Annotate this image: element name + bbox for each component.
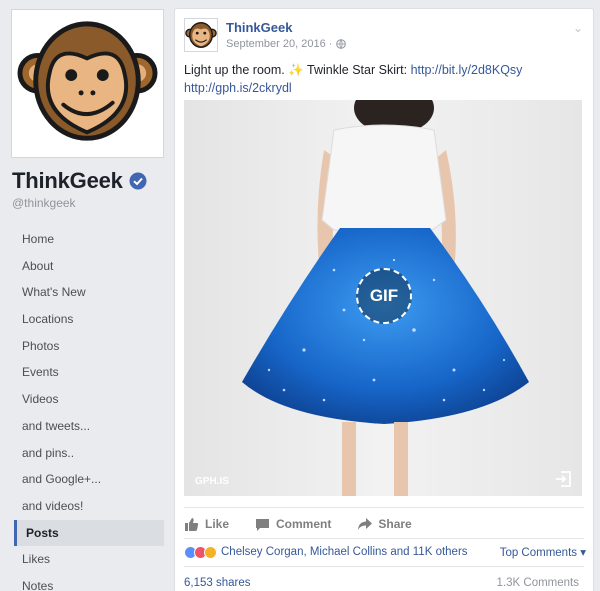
nav-item-google-plus[interactable]: and Google+... <box>14 466 164 493</box>
reactions-bar: Chelsey Corgan, Michael Collins and 11K … <box>184 545 586 559</box>
nav-item-posts[interactable]: Posts <box>14 519 164 547</box>
post-card: ThinkGeek September 20, 2016 · ⌄ Light u… <box>174 8 594 591</box>
gif-source-label[interactable]: GPH.IS <box>195 476 229 487</box>
top-comments-dropdown[interactable]: Top Comments ▾ <box>500 545 586 559</box>
page-title[interactable]: ThinkGeek <box>12 168 147 194</box>
post-link-bitly[interactable]: http://bit.ly/2d8KQsy <box>411 63 523 77</box>
divider <box>184 538 584 539</box>
nav-item-home[interactable]: Home <box>14 226 164 253</box>
verified-badge-icon <box>129 172 147 190</box>
comment-icon <box>256 518 270 531</box>
nav-item-likes[interactable]: Likes <box>14 546 164 573</box>
post-meta: September 20, 2016 · <box>226 38 347 50</box>
nav-item-tweets[interactable]: and tweets... <box>14 413 164 440</box>
post-header: ThinkGeek September 20, 2016 · <box>184 18 347 58</box>
post-gif[interactable]: GIF GPH.IS <box>184 100 582 496</box>
post-text: Light up the room. ✨ Twinkle Star Skirt:… <box>184 61 584 97</box>
gif-play-badge[interactable]: GIF <box>356 268 412 324</box>
shares-count[interactable]: 6,153 shares <box>184 577 251 589</box>
page-handle: @thinkgeek <box>12 196 76 210</box>
nav-item-pins[interactable]: and pins.. <box>14 440 164 467</box>
post-date[interactable]: September 20, 2016 · <box>226 38 332 50</box>
comments-count[interactable]: 1.3K Comments <box>497 577 579 589</box>
reaction-summary[interactable]: Chelsey Corgan, Michael Collins and 11K … <box>221 546 468 558</box>
post-options-chevron-icon[interactable]: ⌄ <box>573 21 583 35</box>
page-nav: Home About What's New Locations Photos E… <box>14 226 164 591</box>
comment-button[interactable]: Comment <box>255 517 331 532</box>
nav-item-notes[interactable]: Notes <box>14 573 164 591</box>
nav-item-about[interactable]: About <box>14 253 164 280</box>
post-text-intro: Light up the room. <box>184 63 289 77</box>
thumbs-up-icon <box>185 517 199 531</box>
wow-reaction-icon <box>204 545 217 559</box>
share-label: Share <box>378 517 412 531</box>
divider <box>184 566 584 567</box>
sparkles-emoji: ✨ <box>288 63 304 77</box>
author-avatar[interactable] <box>184 18 218 52</box>
open-external-icon[interactable] <box>554 470 572 488</box>
post-link-giphy[interactable]: http://gph.is/2ckrydl <box>184 81 292 95</box>
comment-label: Comment <box>276 517 332 531</box>
like-label: Like <box>205 517 230 531</box>
globe-icon <box>336 39 347 49</box>
share-arrow-icon <box>358 517 373 530</box>
post-text-middle: Twinkle Star Skirt: <box>303 63 411 77</box>
like-button[interactable]: Like <box>184 517 229 532</box>
nav-item-videos[interactable]: Videos <box>14 386 164 413</box>
reaction-icons[interactable] <box>184 545 217 559</box>
monkey-logo <box>16 14 159 153</box>
page-name: ThinkGeek <box>12 168 123 193</box>
nav-item-and-videos[interactable]: and videos! <box>14 493 164 520</box>
nav-item-locations[interactable]: Locations <box>14 306 164 333</box>
nav-item-events[interactable]: Events <box>14 359 164 386</box>
share-button[interactable]: Share <box>357 517 412 532</box>
nav-item-photos[interactable]: Photos <box>14 333 164 360</box>
post-author[interactable]: ThinkGeek <box>226 20 346 35</box>
profile-picture[interactable] <box>11 9 164 158</box>
post-actions: Like Comment Share <box>175 514 595 534</box>
left-column: ThinkGeek @thinkgeek Home About What's N… <box>0 0 170 591</box>
nav-item-whats-new[interactable]: What's New <box>14 279 164 306</box>
divider <box>184 507 584 508</box>
